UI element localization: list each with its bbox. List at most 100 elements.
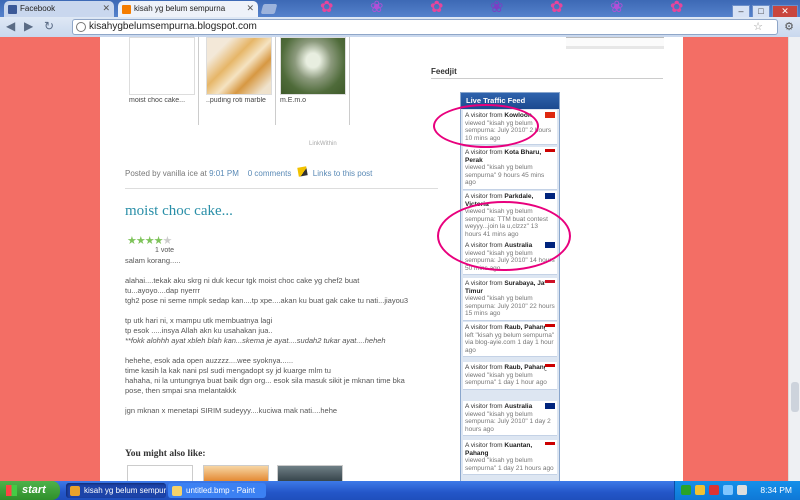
wrench-icon[interactable]: ⚙	[784, 20, 794, 33]
sidebar-bar	[566, 37, 664, 49]
backlinks-link[interactable]: Links to this post	[313, 169, 373, 178]
forward-icon[interactable]: ▶	[24, 19, 33, 33]
might-also-like-heading: You might also like:	[125, 449, 206, 459]
bookmark-star-icon[interactable]: ☆	[753, 20, 763, 33]
thumb-image[interactable]	[206, 37, 272, 95]
linkwithin-label[interactable]: LinkWithin	[309, 141, 337, 147]
address-bar[interactable]: kisahygbelumsempurna.blogspot.com ☆	[72, 19, 778, 35]
thumb-caption[interactable]: ..puding roti marble	[206, 97, 276, 104]
page-scrollbar[interactable]	[788, 37, 800, 481]
taskbar-item-label: kisah yg belum sempurna...	[84, 486, 166, 495]
taskbar-item-paint[interactable]: untitled.bmp - Paint	[168, 483, 266, 498]
feed-item[interactable]: A visitor from Surabaya, Jawa Timur viewe…	[463, 278, 557, 321]
feed-item[interactable]: A visitor from Raub, Pahang left "kisah y…	[463, 322, 557, 357]
related-thumb[interactable]	[127, 465, 193, 481]
tab-strip: Facebook ✕ kisah yg belum sempurna ✕ ✿ ❀…	[0, 0, 800, 18]
feed-location: Australia	[504, 403, 533, 410]
feed-item[interactable]: A visitor from Raub, Pahang viewed "kisah…	[463, 362, 557, 390]
page-viewport: moist choc cake... ..puding roti marble …	[0, 37, 800, 481]
post-body-line: tu...ayoyo....dap nyerrr	[125, 286, 201, 295]
vote-count: 1 vote	[155, 247, 175, 254]
taskbar-item-browser[interactable]: kisah yg belum sempurna...	[66, 483, 166, 498]
related-thumb[interactable]: moist choc cake...	[127, 37, 199, 125]
star-icon: ★	[127, 235, 137, 247]
tab-title: Facebook	[20, 4, 56, 13]
post-body-line: alahai....tekak aku skrg ni duk kecur tg…	[125, 276, 360, 285]
related-thumb[interactable]	[203, 465, 269, 481]
feedjit-heading: Feedjit	[431, 67, 457, 76]
post-body: salam korang..... alahai....tekak aku skr…	[125, 256, 438, 416]
feed-prefix: A visitor from	[465, 280, 503, 287]
feed-text: viewed "kisah yg belum sempurna" 9 hours…	[465, 164, 545, 186]
feed-item[interactable]: A visitor from Kota Bharu, Perak viewed "…	[463, 147, 557, 190]
close-tab-icon[interactable]: ✕	[102, 3, 110, 14]
country-flag-icon	[545, 112, 555, 118]
post-meta: Posted by vanilla ice at 9:01 PM 0 comme…	[125, 166, 438, 189]
tray-icon[interactable]	[723, 485, 733, 495]
post-body-line: hehehe, esok ada open auzzzz....wee syok…	[125, 356, 294, 365]
globe-icon	[76, 22, 86, 32]
clock[interactable]: 8:34 PM	[760, 485, 792, 495]
post-body-line: pose, then smpai sna melantakkk	[125, 386, 237, 395]
comments-link[interactable]: 0 comments	[248, 169, 292, 178]
start-label: start	[22, 484, 46, 496]
paint-icon	[172, 486, 182, 496]
network-icon[interactable]	[681, 485, 691, 495]
country-flag-icon	[545, 149, 555, 155]
tab-blog[interactable]: kisah yg belum sempurna ✕	[118, 1, 258, 17]
feed-prefix: A visitor from	[465, 442, 503, 449]
facebook-favicon-icon	[8, 5, 17, 14]
volume-icon[interactable]	[737, 485, 747, 495]
feed-location: Raub, Pahang	[504, 364, 548, 371]
taskbar: start kisah yg belum sempurna... untitle…	[0, 481, 800, 500]
country-flag-icon	[545, 280, 555, 286]
country-flag-icon	[545, 364, 555, 370]
thumb-caption[interactable]: moist choc cake...	[129, 97, 199, 104]
feed-prefix: A visitor from	[465, 149, 503, 156]
thumb-caption[interactable]: m.E.m.o	[280, 97, 350, 104]
scrollbar-thumb[interactable]	[791, 382, 799, 412]
post-title[interactable]: moist choc cake...	[125, 203, 233, 220]
post-body-line: hahaha, ni la untungnya buat baik dgn or…	[125, 376, 405, 385]
blog-page: moist choc cake... ..puding roti marble …	[100, 37, 683, 481]
start-button[interactable]: start	[0, 481, 60, 500]
edit-pencil-icon[interactable]	[296, 166, 308, 177]
feed-prefix: A visitor from	[465, 403, 503, 410]
chrome-icon	[70, 486, 80, 496]
taskbar-item-label: untitled.bmp - Paint	[186, 486, 255, 495]
related-thumbnails: moist choc cake... ..puding roti marble …	[127, 37, 350, 125]
feed-prefix: A visitor from	[465, 324, 503, 331]
feed-text: viewed "kisah yg belum sempurna" 1 day 1…	[465, 371, 547, 387]
feed-text: viewed "kisah yg belum sempurna: July 20…	[465, 295, 555, 317]
feed-item[interactable]: A visitor from Kuantan, Pahang viewed "ki…	[463, 440, 557, 475]
post-time-link[interactable]: 9:01 PM	[209, 169, 239, 178]
toolbar: ◀ ▶ ↻ kisahygbelumsempurna.blogspot.com …	[0, 17, 800, 37]
thumb-image[interactable]	[280, 37, 346, 95]
related-thumb[interactable]: ..puding roti marble	[204, 37, 276, 125]
reload-icon[interactable]: ↻	[44, 19, 54, 33]
country-flag-icon	[545, 324, 555, 330]
feed-text: left "kisah yg belum sempurna" via blog-…	[465, 331, 555, 354]
post-body-line: salam korang.....	[125, 256, 181, 265]
post-body-line: tp esok .....insya Allah akn ku usahakan…	[125, 326, 273, 335]
tab-title: kisah yg belum sempurna	[134, 4, 226, 13]
feed-location: Raub, Pahang	[504, 324, 548, 331]
related-thumb[interactable]	[277, 465, 343, 481]
feed-prefix: A visitor from	[465, 193, 503, 200]
star-empty-icon: ★	[162, 235, 173, 247]
system-tray: 8:34 PM	[674, 481, 800, 500]
related-thumb[interactable]: m.E.m.o	[278, 37, 350, 125]
country-flag-icon	[545, 193, 555, 199]
new-tab-button[interactable]	[260, 4, 278, 14]
blogger-favicon-icon	[122, 5, 131, 14]
star-rating[interactable]: ★★★★★	[127, 234, 173, 247]
close-tab-icon[interactable]: ✕	[246, 3, 254, 14]
back-icon[interactable]: ◀	[6, 19, 15, 33]
tray-icon[interactable]	[695, 485, 705, 495]
thumb-image[interactable]	[129, 37, 195, 95]
tab-facebook[interactable]: Facebook ✕	[4, 1, 114, 17]
tray-icon[interactable]	[709, 485, 719, 495]
feed-prefix: A visitor from	[465, 364, 503, 371]
theme-flowers: ✿ ❀ ✿ ❀ ✿ ❀ ✿	[320, 0, 684, 16]
feed-item[interactable]: A visitor from Australia viewed "kisah yg…	[463, 401, 557, 436]
